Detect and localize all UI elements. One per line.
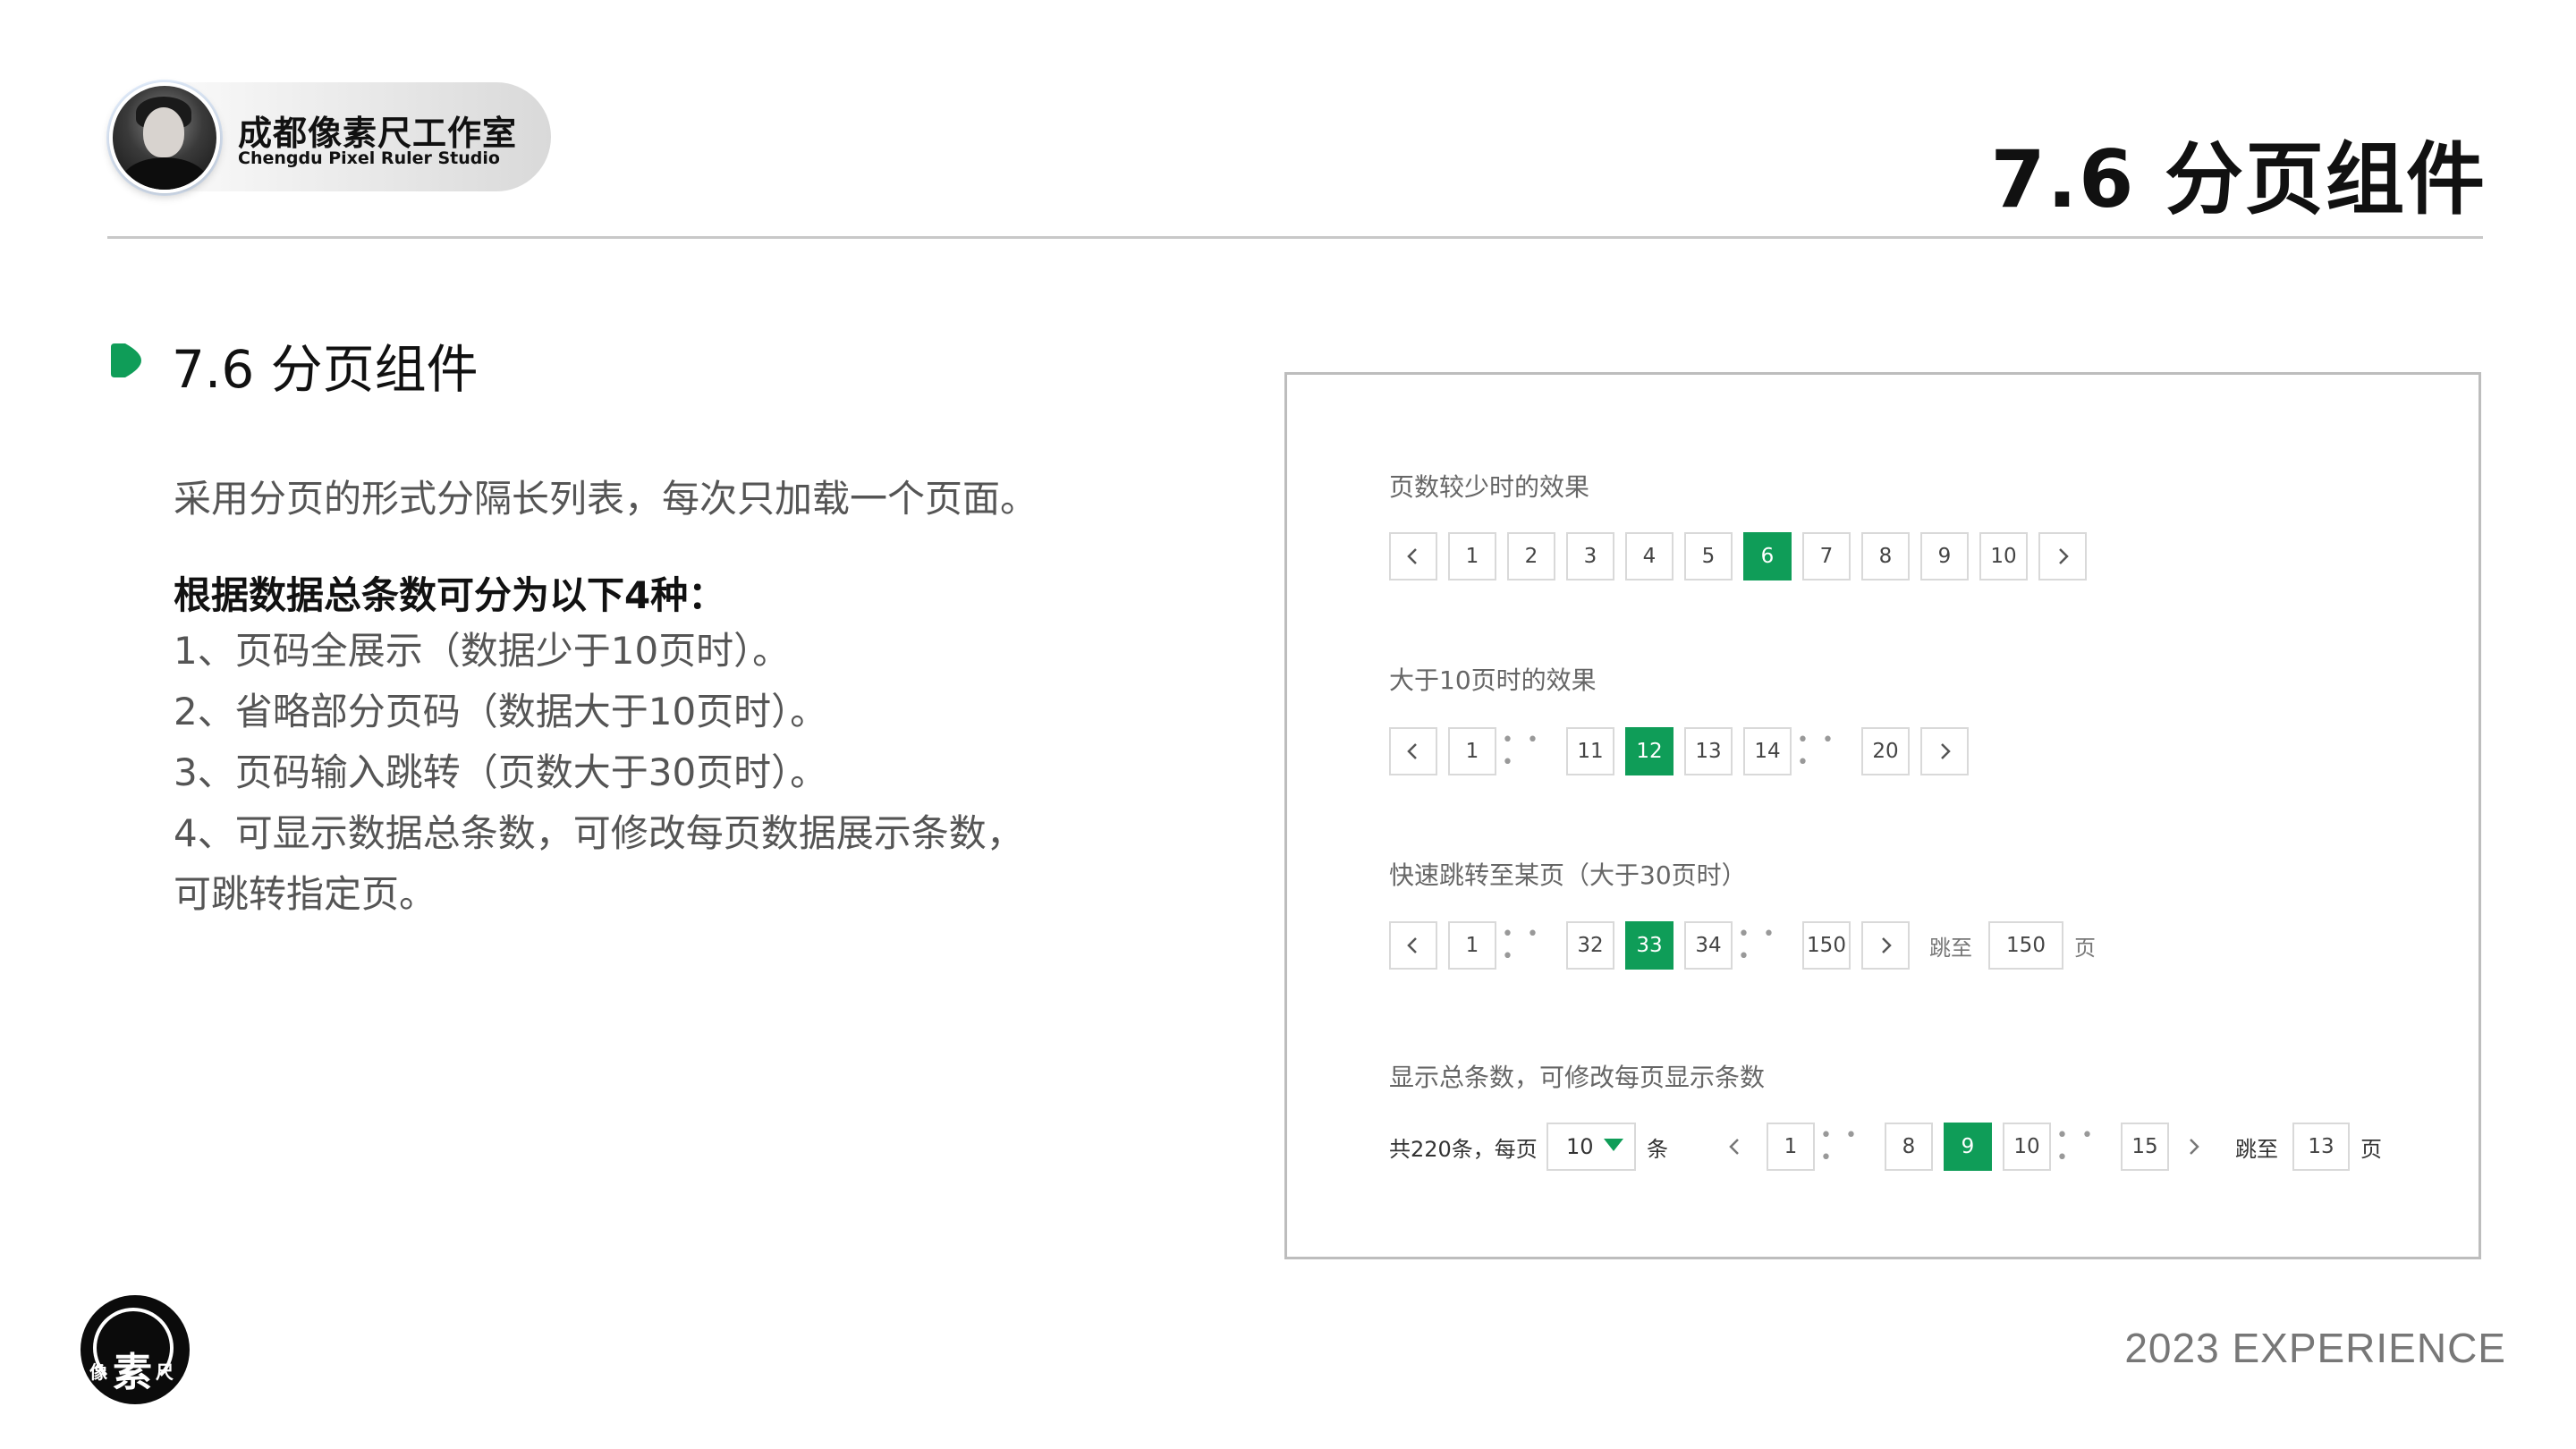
- logo-char: 素: [113, 1350, 152, 1395]
- next-page-button[interactable]: [1920, 727, 1969, 775]
- section-intro: 采用分页的形式分隔长列表，每次只加载一个页面。: [174, 477, 1038, 521]
- pagination-demo-panel: 页数较少时的效果 1 2 3 4 5 6 7 8 9 10 大于10页时的效果 …: [1284, 372, 2481, 1259]
- ellipsis-more[interactable]: • • •: [1502, 921, 1555, 970]
- studio-logo: 像 素 尺: [80, 1295, 190, 1404]
- next-page-button[interactable]: [2180, 1123, 2207, 1171]
- rule-item: 2、省略部分页码（数据大于10页时）。: [174, 690, 828, 733]
- chevron-left-icon: [1729, 1139, 1739, 1155]
- page-button[interactable]: 5: [1684, 532, 1733, 580]
- prev-page-button[interactable]: [1389, 532, 1437, 580]
- chevron-right-icon: [1882, 937, 1892, 953]
- page-button[interactable]: 7: [1802, 532, 1851, 580]
- page-unit-label: 页: [2360, 1136, 2382, 1162]
- jump-page-input[interactable]: 13: [2292, 1123, 2350, 1171]
- page-button[interactable]: 1: [1767, 1123, 1815, 1171]
- studio-name: 成都像素尺工作室: [238, 114, 518, 153]
- ellipsis-more[interactable]: • • •: [1797, 727, 1851, 775]
- jump-label: 跳至: [2235, 1136, 2278, 1162]
- section-subhead: 根据数据总条数可分为以下4种：: [174, 573, 726, 617]
- page-button[interactable]: 3: [1566, 532, 1614, 580]
- page-button[interactable]: 15: [2121, 1123, 2169, 1171]
- ellipsis-more[interactable]: • • •: [2056, 1123, 2110, 1171]
- chevron-right-icon: [1941, 743, 1951, 759]
- header-divider: [107, 236, 2483, 239]
- page-button[interactable]: 1: [1448, 727, 1496, 775]
- page-button[interactable]: 10: [2003, 1123, 2051, 1171]
- page-button[interactable]: 13: [1684, 727, 1733, 775]
- rule-item: 可跳转指定页。: [174, 872, 437, 916]
- page-button[interactable]: 1: [1448, 921, 1496, 970]
- page-button[interactable]: 4: [1625, 532, 1674, 580]
- logo-char: 像: [89, 1361, 107, 1383]
- section-bullet-icon: [111, 343, 141, 377]
- page-header-title: 7.6 分页组件: [1990, 133, 2487, 225]
- page-button[interactable]: 1: [1448, 532, 1496, 580]
- caret-down-icon: [1604, 1139, 1623, 1151]
- page-button-active[interactable]: 33: [1625, 921, 1674, 970]
- rule-item: 4、可显示数据总条数，可修改每页数据展示条数，: [174, 811, 1024, 855]
- page-button-active[interactable]: 6: [1743, 532, 1792, 580]
- page-button[interactable]: 150: [1802, 921, 1851, 970]
- page-button[interactable]: 11: [1566, 727, 1614, 775]
- studio-avatar: [109, 82, 220, 193]
- logo-char: 尺: [156, 1361, 174, 1383]
- page-button[interactable]: 32: [1566, 921, 1614, 970]
- page-button-active[interactable]: 9: [1944, 1123, 1992, 1171]
- page-button[interactable]: 2: [1507, 532, 1555, 580]
- prev-page-button[interactable]: [1389, 921, 1437, 970]
- jump-page-input[interactable]: 150: [1988, 921, 2063, 970]
- ellipsis-more[interactable]: • • •: [1820, 1123, 1874, 1171]
- chevron-right-icon: [2059, 548, 2069, 564]
- chevron-left-icon: [1407, 937, 1417, 953]
- per-page-value: 10: [1566, 1134, 1594, 1159]
- chevron-left-icon: [1407, 743, 1417, 759]
- page-button-active[interactable]: 12: [1625, 727, 1674, 775]
- page-button[interactable]: 8: [1861, 532, 1910, 580]
- page-button[interactable]: 20: [1861, 727, 1910, 775]
- total-count-text: 共220条，每页: [1389, 1136, 1538, 1162]
- rule-list: 1、页码全展示（数据少于10页时）。 2、省略部分页码（数据大于10页时）。 3…: [174, 621, 1122, 925]
- prev-page-button[interactable]: [1722, 1123, 1749, 1171]
- next-page-button[interactable]: [2038, 532, 2087, 580]
- demo3-label: 快速跳转至某页（大于30页时）: [1389, 860, 1747, 890]
- ellipsis-more[interactable]: • • •: [1502, 727, 1555, 775]
- page-button[interactable]: 34: [1684, 921, 1733, 970]
- page-button[interactable]: 8: [1885, 1123, 1933, 1171]
- chevron-left-icon: [1407, 548, 1417, 564]
- per-page-select[interactable]: 10: [1546, 1123, 1636, 1171]
- page-unit-label: 页: [2074, 935, 2096, 961]
- jump-label: 跳至: [1929, 935, 1972, 961]
- page-button[interactable]: 9: [1920, 532, 1969, 580]
- page-button[interactable]: 10: [1979, 532, 2028, 580]
- page-button[interactable]: 14: [1743, 727, 1792, 775]
- rule-item: 3、页码输入跳转（页数大于30页时）。: [174, 750, 828, 794]
- demo2-label: 大于10页时的效果: [1389, 665, 1597, 695]
- demo1-label: 页数较少时的效果: [1389, 472, 1590, 502]
- prev-page-button[interactable]: [1389, 727, 1437, 775]
- rule-item: 1、页码全展示（数据少于10页时）。: [174, 629, 791, 673]
- section-title: 7.6 分页组件: [172, 339, 479, 400]
- footer-year-text: 2023 EXPERIENCE: [2124, 1325, 2506, 1371]
- studio-english-name: Chengdu Pixel Ruler Studio: [238, 148, 500, 168]
- next-page-button[interactable]: [1861, 921, 1910, 970]
- ellipsis-more[interactable]: • • •: [1738, 921, 1792, 970]
- demo4-label: 显示总条数，可修改每页显示条数: [1389, 1063, 1766, 1092]
- per-page-unit: 条: [1647, 1136, 1668, 1162]
- chevron-right-icon: [2190, 1139, 2199, 1155]
